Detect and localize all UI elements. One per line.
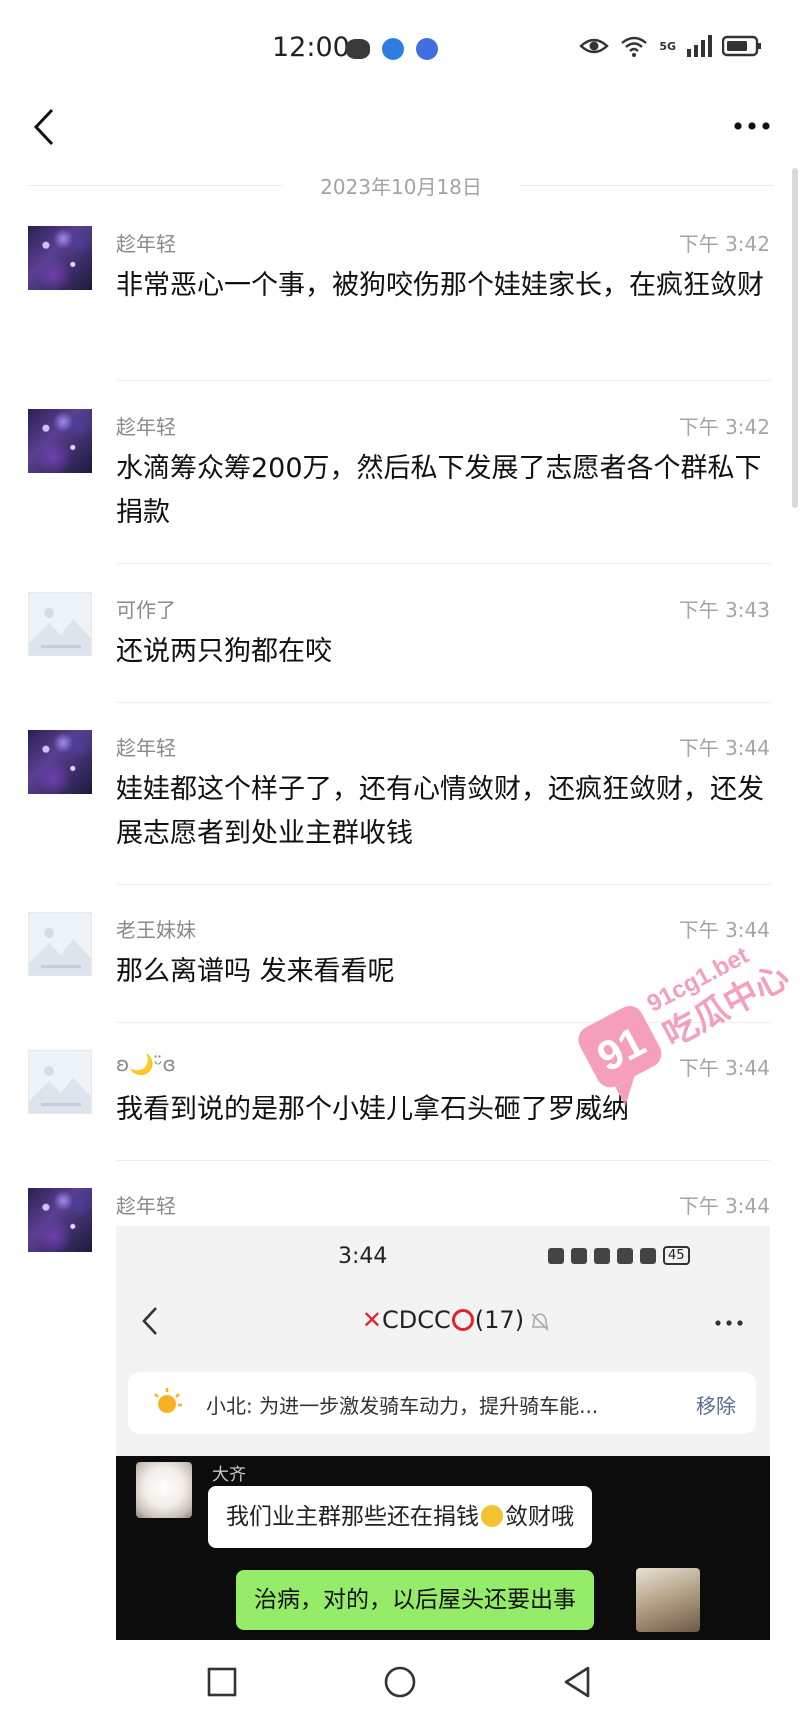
- wifi-icon: [617, 1247, 633, 1264]
- message-item[interactable]: 趁年轻 下午 3:44 娃娃都这个样子了，还有心情敛财，还疯狂敛财，还发展志愿者…: [0, 724, 800, 885]
- self-avatar: [636, 1568, 700, 1632]
- avatar[interactable]: [28, 912, 92, 976]
- message-text: 非常恶心一个事，被狗咬伤那个娃娃家长，在疯狂敛财: [116, 270, 764, 301]
- message-item[interactable]: 趁年轻 下午 3:42 非常恶心一个事，被狗咬伤那个娃娃家长，在疯狂敛财: [0, 220, 800, 381]
- eye-icon: [579, 38, 610, 54]
- mute-bell-icon: [531, 1313, 549, 1331]
- network-type-label: 5G: [659, 39, 676, 53]
- red-circle-icon: [451, 1309, 474, 1331]
- emoji-icon: [481, 1505, 503, 1527]
- red-cross-icon: ✕: [361, 1306, 383, 1334]
- message-time: 下午 3:42: [678, 415, 770, 439]
- bubble-text-part: 我们业主群那些还在捐钱: [226, 1504, 479, 1530]
- recent-apps-square-icon[interactable]: [202, 1662, 242, 1702]
- embedded-time: 3:44: [338, 1244, 388, 1269]
- message-item[interactable]: 趁年轻 下午 3:42 水滴筹众筹200万，然后私下发展了志愿者各个群私下捐款: [0, 403, 800, 564]
- music-app-icon: [416, 38, 438, 60]
- status-time: 12:00: [272, 32, 350, 63]
- sender-name: 趁年轻: [116, 232, 176, 256]
- status-indicators: 5G: [579, 34, 762, 58]
- message-image[interactable]: 3:44 45 ✕CDCC (17) 小北: 为进一步激发骑车动力，提升骑车能.…: [116, 1226, 770, 1640]
- signal-icon: [640, 1247, 656, 1264]
- system-nav-bar: [0, 1640, 800, 1724]
- embedded-sender-name: 大齐: [212, 1465, 246, 1485]
- scrollbar[interactable]: [792, 168, 798, 508]
- date-divider: 2023年10月18日: [28, 168, 774, 202]
- embedded-chat-header: ✕CDCC (17): [116, 1294, 770, 1350]
- message-separator: [116, 1160, 770, 1161]
- chat-detail-screen: 12:00 5G 2023年10月18日 趁年轻 下午 3:42 非常恶心一个事…: [0, 0, 800, 1724]
- embedded-battery: 45: [663, 1246, 690, 1265]
- avatar[interactable]: [28, 1188, 92, 1252]
- avatar[interactable]: [28, 1050, 92, 1114]
- sender-name: 趁年轻: [116, 736, 176, 760]
- sender-name: ʚ🌙ᵕ̈ɞ: [116, 1052, 176, 1076]
- message-item[interactable]: 趁年轻 下午 3:44: [0, 1182, 800, 1252]
- message-text: 水滴筹众筹200万，然后私下发展了志愿者各个群私下捐款: [116, 453, 762, 528]
- message-item[interactable]: 可作了 下午 3:43 还说两只狗都在咬: [0, 586, 800, 703]
- back-chevron-icon[interactable]: [22, 104, 68, 150]
- avatar[interactable]: [28, 730, 92, 794]
- message-time: 下午 3:44: [678, 736, 770, 760]
- embedded-reply-bubble: 治病，对的，以后屋头还要出事: [236, 1570, 594, 1630]
- watermark-logo: 91 91cg1.bet 吃瓜中心: [578, 942, 796, 1107]
- group-name: CDCC: [382, 1306, 451, 1334]
- nfc-icon: [548, 1247, 564, 1264]
- avatar[interactable]: [28, 592, 92, 656]
- sender-name: 趁年轻: [116, 1194, 176, 1218]
- avatar[interactable]: [28, 226, 92, 290]
- embedded-status-bar: 3:44 45: [116, 1226, 770, 1286]
- divider-line: [519, 185, 774, 186]
- sender-name: 老王妹妹: [116, 918, 196, 942]
- wifi-icon: [621, 36, 648, 57]
- dog-avatar: [136, 1462, 192, 1518]
- image-placeholder-icon: [29, 1066, 91, 1113]
- image-placeholder-icon: [29, 608, 91, 655]
- message-text: 还说两只狗都在咬: [116, 636, 332, 667]
- alarm-icon: [571, 1247, 587, 1264]
- message-text: 娃娃都这个样子了，还有心情敛财，还疯狂敛财，还发展志愿者到处业主群收钱: [116, 774, 764, 849]
- wechat-icon: [346, 39, 370, 59]
- embedded-message-bubble: 我们业主群那些还在捐钱 敛财哦: [208, 1486, 592, 1548]
- status-bar: 12:00 5G: [0, 0, 800, 92]
- weather-sun-icon: [154, 1388, 182, 1413]
- embedded-group-title: ✕CDCC (17): [116, 1306, 770, 1334]
- home-circle-icon[interactable]: [380, 1662, 420, 1702]
- sender-name: 可作了: [116, 598, 176, 622]
- app-notification-icon: [382, 38, 404, 60]
- notice-remove-link: 移除: [696, 1394, 736, 1418]
- notice-text: 小北: 为进一步激发骑车动力，提升骑车能...: [206, 1394, 599, 1418]
- message-separator: [116, 702, 770, 703]
- message-separator: [116, 380, 770, 381]
- embedded-pinned-notice: 小北: 为进一步激发骑车动力，提升骑车能... 移除: [128, 1372, 756, 1434]
- more-dots-icon[interactable]: [732, 116, 772, 136]
- group-count: (17): [474, 1306, 525, 1334]
- bubble-text-part: 敛财哦: [505, 1504, 574, 1530]
- image-placeholder-icon: [29, 928, 91, 975]
- avatar[interactable]: [28, 409, 92, 473]
- status-app-icons: [346, 38, 438, 60]
- message-time: 下午 3:43: [678, 598, 770, 622]
- sender-name: 趁年轻: [116, 415, 176, 439]
- message-time: 下午 3:42: [678, 232, 770, 256]
- vibrate-icon: [594, 1247, 610, 1264]
- embedded-chat-area: 大齐 我们业主群那些还在捐钱 敛财哦 治病，对的，以后屋头还要出事: [116, 1456, 770, 1640]
- battery-icon: [722, 35, 761, 57]
- message-separator: [116, 563, 770, 564]
- signal-icon: [687, 35, 712, 57]
- message-time: 下午 3:44: [678, 1194, 770, 1218]
- embedded-status-icons: 45: [548, 1246, 690, 1265]
- embedded-more-icon: [715, 1320, 743, 1326]
- back-triangle-icon[interactable]: [558, 1662, 598, 1702]
